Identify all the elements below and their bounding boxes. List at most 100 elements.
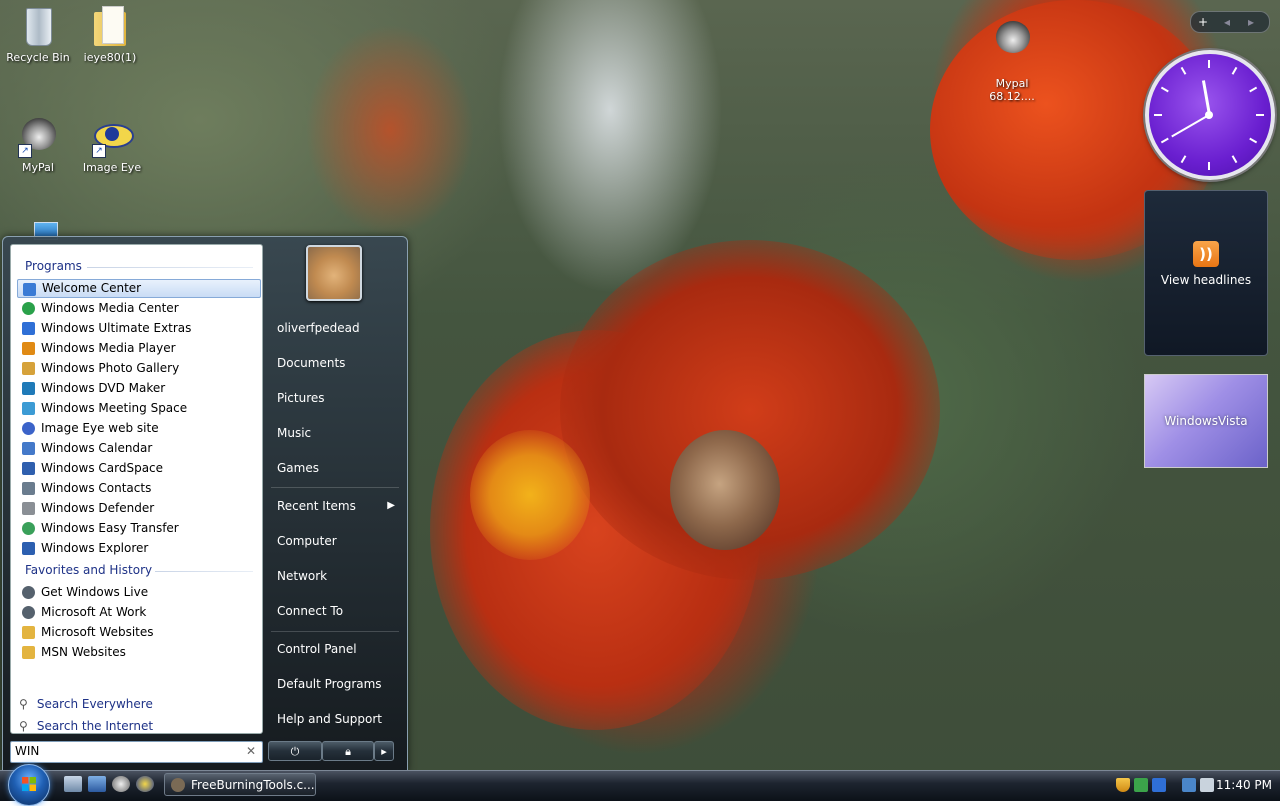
calendar-icon [22,442,35,455]
contacts-icon [22,482,35,495]
program-item-defender[interactable]: Windows Defender [17,499,259,518]
taskbar-clock[interactable]: 11:40 PM [1216,772,1276,798]
clock-minute-hand [1171,113,1211,138]
tray-app-icon[interactable] [1152,778,1166,792]
desktop-icon-mypal-68[interactable]: Mypal 68.12.... [972,4,1052,116]
desktop-icon-ieye80[interactable]: ieye80(1) [70,4,150,64]
start-search-input[interactable] [15,743,235,759]
recycle-bin-icon [16,4,60,48]
favorite-link-icon [22,606,35,619]
program-item-easy-transfer[interactable]: Windows Easy Transfer [17,519,259,538]
arrow-right-icon: ▸ [381,745,387,758]
recent-items-link[interactable]: Recent Items ▶ [269,494,401,518]
lock-icon: 🔒︎ [345,745,351,758]
connect-to-link[interactable]: Connect To [269,599,401,623]
cardspace-icon [22,462,35,475]
clear-search-icon[interactable]: ✕ [246,744,256,758]
desktop-icon-mypal[interactable]: ↗ MyPal [0,114,78,174]
dvd-maker-icon [22,382,35,395]
program-item-dvd-maker[interactable]: Windows DVD Maker [17,379,259,398]
program-item-photo-gallery[interactable]: Windows Photo Gallery [17,359,259,378]
add-gadget-button[interactable]: + [1191,12,1215,32]
explorer-icon [22,542,35,555]
ultimate-extras-icon [22,322,35,335]
favorite-item-get-windows-live[interactable]: Get Windows Live [17,583,259,602]
favorite-item-msn-websites[interactable]: MSN Websites [17,643,259,662]
program-item-media-player[interactable]: Windows Media Player [17,339,259,358]
eye-icon: ↗ [90,114,134,158]
default-programs-link[interactable]: Default Programs [269,672,401,696]
volume-icon[interactable] [1200,778,1214,792]
program-item-cardspace[interactable]: Windows CardSpace [17,459,259,478]
feed-headlines-gadget[interactable]: )) View headlines [1144,190,1268,356]
raccoon-icon [171,778,185,792]
clock-gadget[interactable] [1145,50,1275,180]
music-link[interactable]: Music [269,421,401,445]
start-search-box[interactable]: ✕ [10,741,263,763]
folder-icon [88,4,132,48]
security-shield-icon[interactable] [1116,778,1130,792]
easy-transfer-icon [22,522,35,535]
photo-gallery-icon [22,362,35,375]
start-menu: Programs Welcome Center Windows Media Ce… [2,236,408,772]
network-icon[interactable] [1182,778,1196,792]
documents-link[interactable]: Documents [269,351,401,375]
user-folder-link[interactable]: oliverfpedead [269,316,401,340]
taskbar-button-freeburningtools[interactable]: FreeBurningTools.c... [164,773,316,796]
favorite-item-microsoft-at-work[interactable]: Microsoft At Work [17,603,259,622]
view-headlines-label: View headlines [1160,273,1252,287]
computer-link[interactable]: Computer [269,529,401,553]
start-menu-left-pane: Programs Welcome Center Windows Media Ce… [10,244,263,734]
program-item-image-eye-web-site[interactable]: Image Eye web site [17,419,259,438]
programs-header: Programs [25,259,82,273]
rss-feed-icon: )) [1193,241,1219,267]
show-desktop-icon[interactable] [64,776,82,792]
program-item-calendar[interactable]: Windows Calendar [17,439,259,458]
user-avatar[interactable] [306,245,362,301]
defender-tray-icon[interactable] [1134,778,1148,792]
shortcut-arrow-icon: ↗ [92,144,106,158]
media-player-icon [22,342,35,355]
shutdown-options-button[interactable]: ▸ [374,741,394,761]
games-link[interactable]: Games [269,456,401,480]
meeting-space-icon [22,402,35,415]
search-everywhere-link[interactable]: ⚲ Search Everywhere [19,695,153,713]
program-item-meeting-space[interactable]: Windows Meeting Space [17,399,259,418]
search-the-internet-link[interactable]: ⚲ Search the Internet [19,717,153,735]
media-center-icon [22,302,35,315]
pictures-link[interactable]: Pictures [269,386,401,410]
raccoon-icon [990,17,1034,61]
control-panel-link[interactable]: Control Panel [269,637,401,661]
mypal-quicklaunch-icon[interactable] [112,776,130,792]
next-page-button[interactable]: ▸ [1239,12,1263,32]
power-button[interactable]: ⏻ [268,741,322,761]
search-icon: ⚲ [19,697,28,711]
favorites-header: Favorites and History [25,563,153,577]
network-link[interactable]: Network [269,564,401,588]
lock-button[interactable]: 🔒︎ [322,741,374,761]
windows-logo-icon [22,777,36,791]
folder-icon [22,646,35,659]
raccoon-icon: ↗ [16,114,60,158]
switch-windows-icon[interactable] [88,776,106,792]
previous-page-button[interactable]: ◂ [1215,12,1239,32]
desktop-icon-image-eye[interactable]: ↗ Image Eye [72,114,152,174]
program-item-contacts[interactable]: Windows Contacts [17,479,259,498]
image-eye-quicklaunch-icon[interactable] [136,776,154,792]
help-and-support-link[interactable]: Help and Support [269,707,401,731]
defender-icon [22,502,35,515]
power-buttons: ⏻ 🔒︎ ▸ [268,741,394,761]
program-item-ultimate-extras[interactable]: Windows Ultimate Extras [17,319,259,338]
favorite-link-icon [22,586,35,599]
search-icon: ⚲ [19,719,28,733]
welcome-center-icon [23,283,36,296]
program-item-media-center[interactable]: Windows Media Center [17,299,259,318]
web-globe-icon [22,422,35,435]
slideshow-gadget[interactable]: WindowsVista [1144,374,1268,468]
desktop-icon-recycle-bin[interactable]: Recycle Bin [0,4,78,64]
program-item-welcome-center[interactable]: Welcome Center [17,279,261,298]
submenu-arrow-icon: ▶ [387,500,395,511]
sidebar-controls: + ◂ ▸ [1190,11,1270,33]
program-item-explorer[interactable]: Windows Explorer [17,539,259,558]
favorite-item-microsoft-websites[interactable]: Microsoft Websites [17,623,259,642]
